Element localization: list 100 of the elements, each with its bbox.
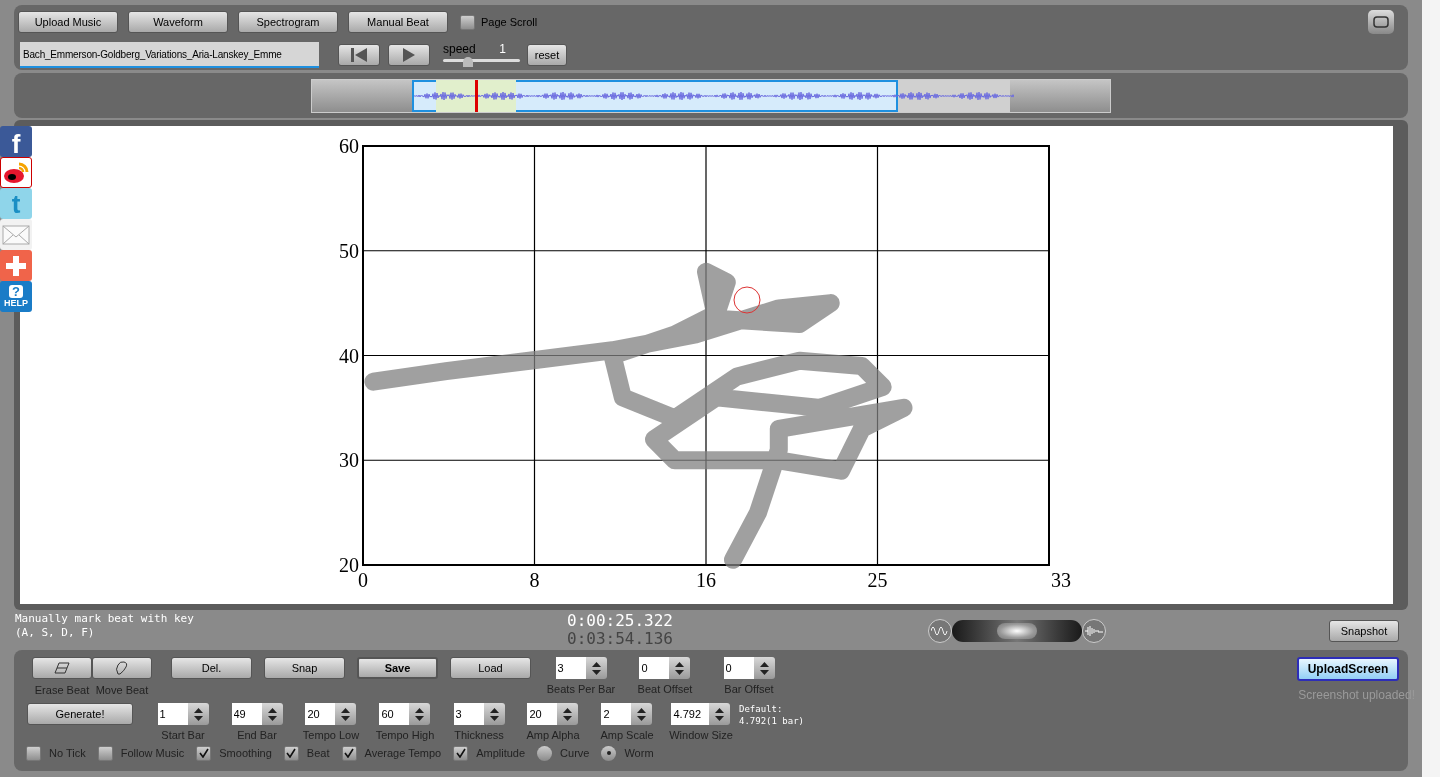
stepper-arrows-icon[interactable]	[335, 703, 357, 725]
audio-wave-icon[interactable]	[1082, 619, 1106, 643]
option-radio[interactable]	[601, 745, 617, 761]
slider-thumb[interactable]	[997, 623, 1037, 639]
y-tick-label: 20	[339, 554, 359, 576]
generate-button[interactable]: Generate!	[27, 703, 133, 725]
upload-screen-button[interactable]: UploadScreen	[1297, 657, 1399, 681]
y-tick-label: 50	[339, 239, 359, 262]
stepper-arrows-icon[interactable]	[631, 703, 653, 725]
field-label: Amp Alpha	[526, 728, 580, 743]
option-checkbox[interactable]	[97, 745, 113, 761]
option-label: Beat	[306, 746, 330, 761]
x-tick-label: 16	[696, 569, 716, 591]
number-field[interactable]: 1	[157, 703, 188, 725]
sine-wave-icon[interactable]	[928, 619, 952, 643]
playhead-marker[interactable]	[475, 79, 478, 112]
option-checkbox[interactable]	[283, 745, 299, 761]
speed-slider[interactable]	[443, 57, 520, 67]
field-label: Tempo High	[375, 728, 435, 743]
play-icon	[403, 48, 415, 62]
option-label: Worm	[624, 746, 654, 761]
number-field[interactable]: 60	[379, 703, 410, 725]
skip-back-icon	[349, 48, 369, 62]
toolbar-button[interactable]: Manual Beat	[348, 11, 448, 33]
field-label: Amp Scale	[600, 728, 654, 743]
default-note: 4.792(1 bar)	[739, 715, 805, 727]
option-label: Average Tempo	[364, 746, 442, 761]
stepper-arrows-icon[interactable]	[187, 703, 209, 725]
status-note: Manually mark beat with key	[15, 612, 195, 626]
option-radio[interactable]	[537, 745, 553, 761]
number-field[interactable]: 20	[305, 703, 336, 725]
current-time: 0:00:25.322	[567, 612, 673, 630]
field-label: Thickness	[454, 728, 504, 743]
number-field[interactable]: 0	[639, 657, 670, 679]
field-label: End Bar	[237, 728, 277, 743]
option-label: Curve	[560, 746, 590, 761]
action-button[interactable]: Save	[357, 657, 438, 679]
waveform-overview[interactable]	[311, 78, 1111, 113]
field-label: Tempo Low	[302, 728, 360, 743]
stepper-arrows-icon[interactable]	[557, 703, 579, 725]
number-field[interactable]: 0	[723, 657, 754, 679]
option-checkbox[interactable]	[26, 745, 41, 761]
stepper-arrows-icon[interactable]	[409, 703, 431, 725]
skip-to-start-button[interactable]	[338, 44, 380, 66]
number-field[interactable]: 2	[601, 703, 632, 725]
help-icon[interactable]: ? HELP	[0, 281, 32, 312]
option-label: Follow Music	[120, 746, 185, 761]
status-note: (A, S, D, F)	[15, 626, 96, 640]
stepper-arrows-icon[interactable]	[483, 703, 505, 725]
snapshot-button[interactable]: Snapshot	[1329, 620, 1399, 642]
option-checkbox[interactable]	[453, 745, 469, 761]
action-button[interactable]: Snap	[264, 657, 345, 679]
y-tick-label: 60	[339, 135, 359, 157]
total-time: 0:03:54.136	[567, 630, 673, 648]
number-field[interactable]: 4.792	[671, 703, 710, 725]
x-tick-label: 0	[358, 569, 368, 591]
field-label: Beats Per Bar	[546, 682, 616, 697]
tool-caption: Move Beat	[95, 683, 149, 698]
eraser-icon	[54, 662, 70, 674]
option-label: Smoothing	[219, 746, 272, 761]
option-checkbox[interactable]	[341, 745, 357, 761]
stepper-arrows-icon[interactable]	[753, 657, 775, 679]
speed-label: speed	[443, 43, 476, 55]
plus-share-icon[interactable]	[0, 250, 32, 281]
facebook-share-icon[interactable]: f	[0, 126, 32, 157]
reset-button[interactable]: reset	[527, 44, 567, 66]
action-button[interactable]: Del.	[171, 657, 252, 679]
y-tick-label: 30	[339, 449, 359, 472]
fullscreen-icon[interactable]	[1368, 10, 1394, 34]
field-label: Start Bar	[161, 728, 205, 743]
stepper-arrows-icon[interactable]	[261, 703, 283, 725]
checkbox-label: Page Scroll	[481, 14, 538, 30]
stepper-arrows-icon[interactable]	[709, 703, 731, 725]
slider-thumb[interactable]	[463, 57, 474, 67]
x-tick-label: 25	[867, 569, 888, 591]
blend-slider[interactable]	[952, 620, 1082, 642]
stepper-arrows-icon[interactable]	[585, 657, 607, 679]
play-button[interactable]	[388, 44, 430, 66]
position-marker	[733, 286, 761, 314]
number-field[interactable]: 49	[231, 703, 262, 725]
weibo-share-icon[interactable]	[0, 157, 32, 188]
file-name-field[interactable]: Bach_Emmerson-Goldberg_Variations_Aria-Lanskey_Emme	[20, 42, 319, 68]
y-tick-label: 40	[339, 344, 359, 367]
toolbar-button[interactable]: Waveform	[128, 11, 228, 33]
toolbar-button[interactable]: Upload Music	[18, 11, 118, 33]
number-field[interactable]: 3	[453, 703, 484, 725]
stepper-arrows-icon[interactable]	[669, 657, 691, 679]
number-field[interactable]: 20	[527, 703, 558, 725]
eraser-button[interactable]	[32, 657, 92, 679]
x-tick-label: 8	[529, 569, 540, 591]
field-label: Bar Offset	[724, 682, 774, 697]
default-note: Default:	[739, 703, 784, 715]
speed-value: 1	[499, 43, 506, 55]
move-button[interactable]	[92, 657, 152, 679]
toolbar-button[interactable]: Spectrogram	[238, 11, 338, 33]
option-checkbox[interactable]	[196, 745, 212, 761]
number-field[interactable]: 3	[555, 657, 586, 679]
action-button[interactable]: Load	[450, 657, 531, 679]
field-label: Window Size	[669, 728, 733, 743]
page-scroll-checkbox[interactable]	[460, 14, 475, 30]
